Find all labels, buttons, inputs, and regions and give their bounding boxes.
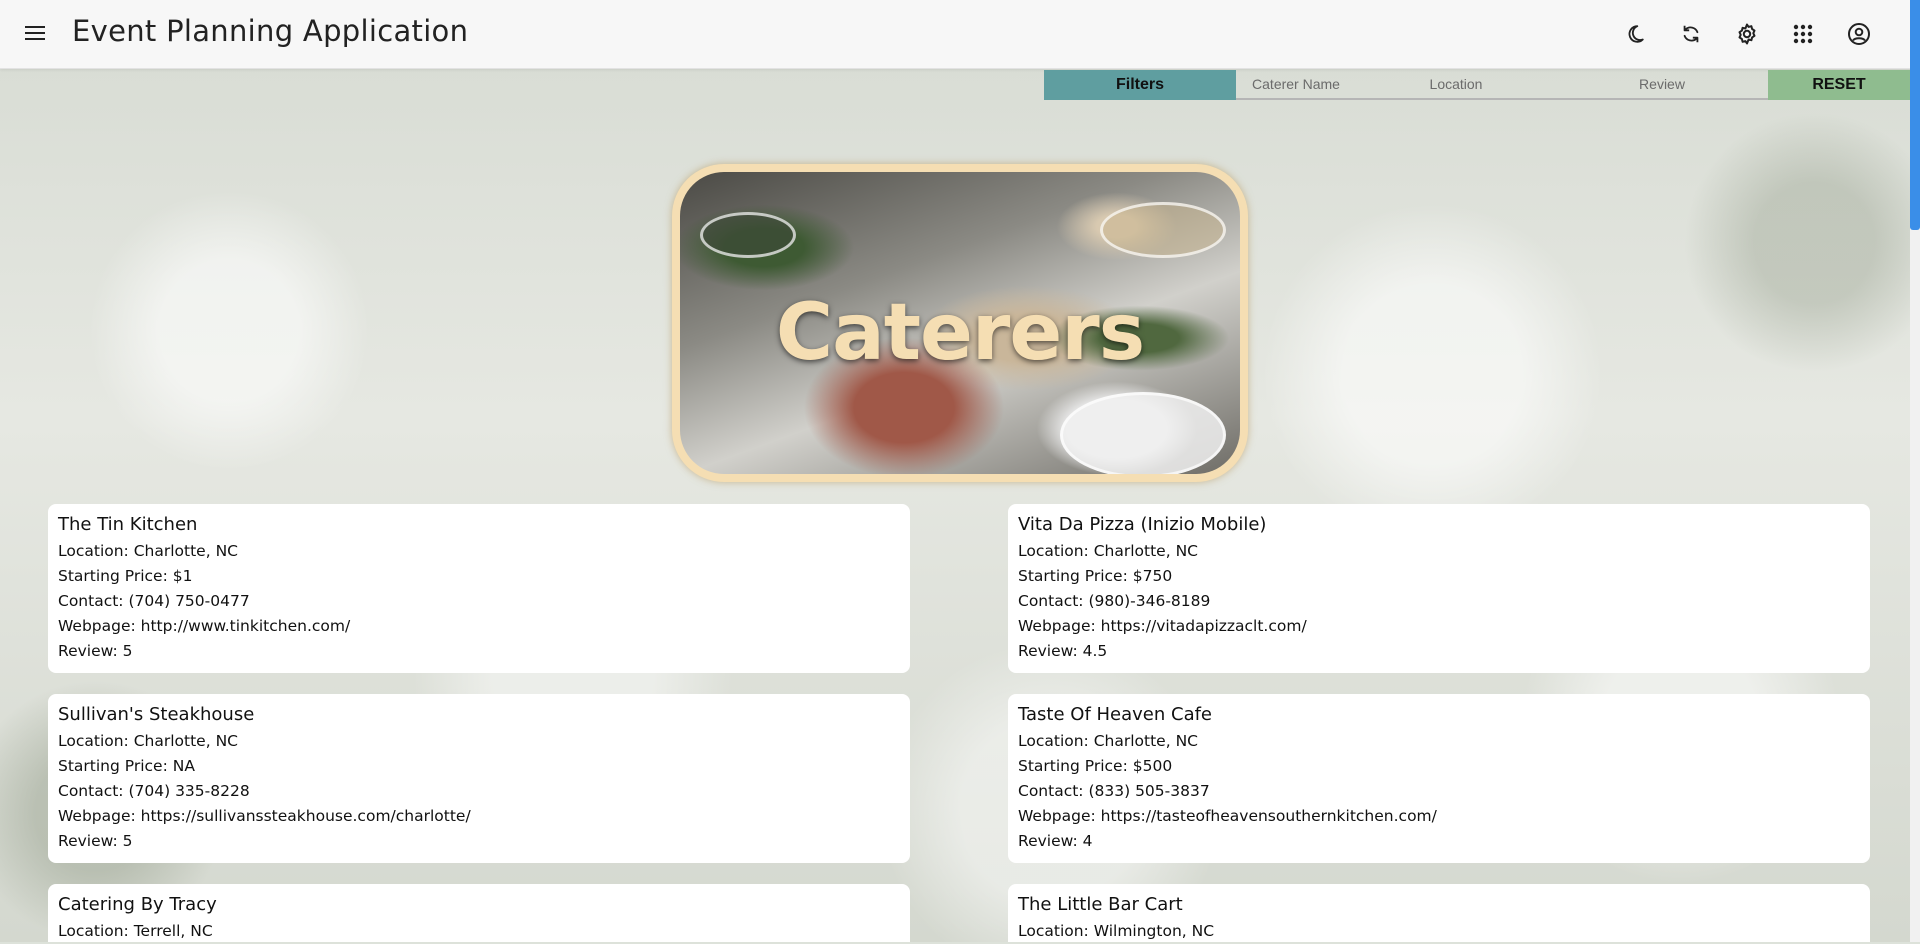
caterer-name: Taste Of Heaven Cafe — [1018, 704, 1213, 725]
location-filter-input[interactable] — [1356, 70, 1556, 100]
caterer-location: Location: Charlotte, NC — [58, 542, 238, 560]
caterer-review: Review: 5 — [58, 642, 133, 660]
caterer-review: Review: 5 — [58, 832, 133, 850]
filters-label: Filters — [1044, 70, 1236, 100]
caterer-location: Location: Wilmington, NC — [1018, 922, 1215, 940]
caterer-review: Review: 4.5 — [1018, 642, 1108, 660]
menu-icon[interactable] — [22, 22, 48, 46]
caterer-webpage: Webpage: https://sullivanssteakhouse.com… — [58, 807, 471, 825]
caterer-name: Vita Da Pizza (Inizio Mobile) — [1018, 514, 1267, 535]
caterer-contact: Contact: (704) 750-0477 — [58, 592, 250, 610]
caterer-name: The Tin Kitchen — [58, 514, 198, 535]
scrollbar[interactable] — [1910, 0, 1920, 942]
caterer-contact: Contact: (704) 335-8228 — [58, 782, 250, 800]
app-title: Event Planning Application — [72, 14, 469, 48]
account-circle-icon[interactable] — [1839, 14, 1879, 54]
caterer-price: Starting Price: $500 — [1018, 757, 1173, 775]
caterer-review: Review: 4 — [1018, 832, 1093, 850]
moon-icon[interactable] — [1615, 14, 1655, 54]
caterer-webpage: Webpage: https://tasteofheavensouthernki… — [1018, 807, 1437, 825]
caterer-webpage: Webpage: http://www.tinkitchen.com/ — [58, 617, 351, 635]
caterer-price: Starting Price: $1 — [58, 567, 193, 585]
review-filter-input[interactable] — [1556, 70, 1768, 100]
caterer-contact: Contact: (833) 505-3837 — [1018, 782, 1210, 800]
hero-title: Caterers — [775, 288, 1145, 378]
caterer-name: Sullivan's Steakhouse — [58, 704, 255, 725]
caterer-card[interactable]: The Tin Kitchen Location: Charlotte, NC … — [48, 504, 910, 673]
caterer-name: Catering By Tracy — [58, 894, 217, 915]
caterer-name-filter-input[interactable] — [1236, 70, 1356, 100]
caterer-card[interactable]: The Little Bar Cart Location: Wilmington… — [1008, 884, 1870, 942]
caterer-name: The Little Bar Cart — [1018, 894, 1183, 915]
caterer-price: Starting Price: NA — [58, 757, 195, 775]
app-toolbar: Event Planning Application — [0, 0, 1920, 69]
caterer-card[interactable]: Catering By Tracy Location: Terrell, NC — [48, 884, 910, 942]
caterer-location: Location: Charlotte, NC — [58, 732, 238, 750]
sync-icon[interactable] — [1671, 14, 1711, 54]
caterer-contact: Contact: (980)-346-8189 — [1018, 592, 1211, 610]
caterer-price: Starting Price: $750 — [1018, 567, 1173, 585]
gear-icon[interactable] — [1727, 14, 1767, 54]
caterer-card[interactable]: Taste Of Heaven Cafe Location: Charlotte… — [1008, 694, 1870, 863]
caterer-card[interactable]: Sullivan's Steakhouse Location: Charlott… — [48, 694, 910, 863]
caterers-banner: Caterers — [672, 164, 1248, 482]
catering-table-image: Caterers — [680, 172, 1240, 474]
caterer-card[interactable]: Vita Da Pizza (Inizio Mobile) Location: … — [1008, 504, 1870, 673]
caterer-location: Location: Terrell, NC — [58, 922, 213, 940]
scrollbar-thumb[interactable] — [1910, 0, 1920, 230]
apps-grid-icon[interactable] — [1783, 14, 1823, 54]
reset-button[interactable]: RESET — [1768, 70, 1910, 100]
caterer-location: Location: Charlotte, NC — [1018, 542, 1198, 560]
caterer-location: Location: Charlotte, NC — [1018, 732, 1198, 750]
caterer-webpage: Webpage: https://vitadapizzaclt.com/ — [1018, 617, 1307, 635]
